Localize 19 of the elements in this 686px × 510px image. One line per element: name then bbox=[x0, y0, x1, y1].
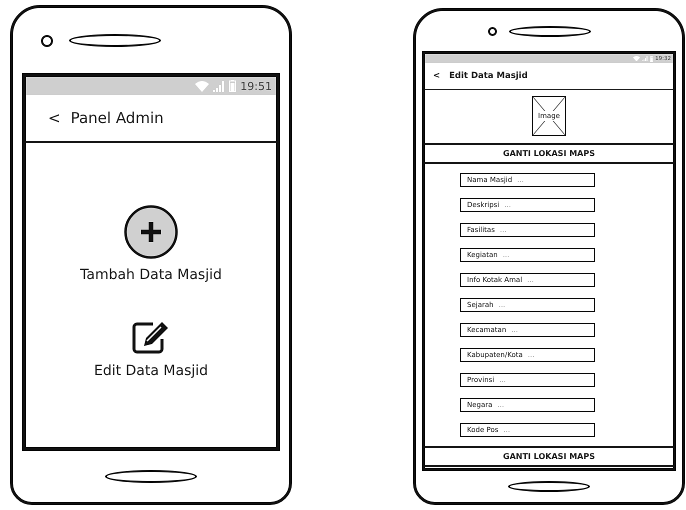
edit-icon[interactable] bbox=[131, 319, 171, 355]
status-time: 19:51 bbox=[240, 80, 272, 92]
battery-icon bbox=[650, 56, 654, 62]
wifi-icon bbox=[632, 56, 640, 62]
screen-title: Edit Data Masjid bbox=[449, 71, 528, 81]
wifi-icon bbox=[195, 80, 210, 92]
back-button[interactable]: < bbox=[433, 71, 440, 81]
plus-icon[interactable] bbox=[124, 205, 178, 259]
action-label[interactable]: Edit Data Masjid bbox=[94, 363, 208, 379]
back-button[interactable]: < bbox=[48, 109, 61, 127]
camera-dot bbox=[488, 26, 497, 36]
screen-title: Panel Admin bbox=[70, 109, 164, 127]
camera-dot bbox=[41, 34, 53, 46]
battery-icon bbox=[229, 80, 236, 92]
action-label[interactable]: Tambah Data Masjid bbox=[80, 267, 222, 283]
signal-icon bbox=[213, 80, 226, 92]
change-location-button[interactable]: GANTI LOKASI MAPS bbox=[425, 143, 673, 164]
change-location-button[interactable]: GANTI LOKASI MAPS bbox=[425, 446, 673, 467]
signal-icon bbox=[642, 56, 648, 62]
